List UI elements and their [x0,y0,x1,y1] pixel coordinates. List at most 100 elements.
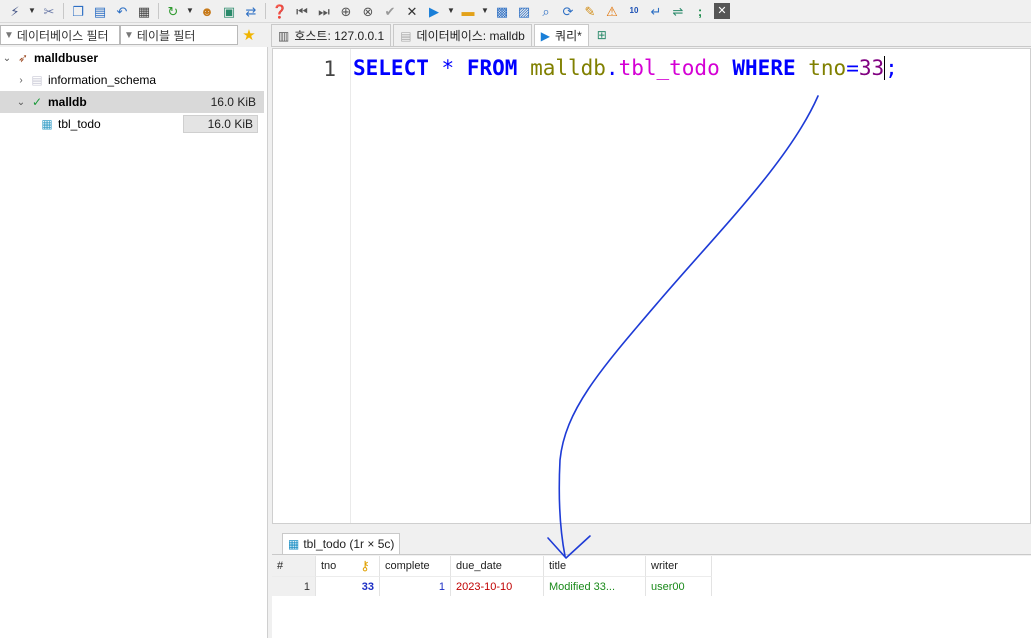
table-icon: ▦ [41,117,53,131]
tree-item-malldb[interactable]: ⌄ ✓ malldb 16.0 KiB [0,91,264,113]
tree-item-information-schema[interactable]: › ▤ information_schema [0,69,264,91]
tree-filters: ▼ 데이터베이스 필터 ▼ 테이블 필터 ★ [0,24,268,46]
clean-icon[interactable]: ✎ [579,1,601,21]
database-icon: ▤ [31,73,43,87]
toolbar-separator [265,3,266,19]
help-icon[interactable]: ❓ [269,1,291,21]
user-manager-icon[interactable]: ☻ [196,1,218,21]
dropdown-icon[interactable]: ▼ [26,1,38,21]
wrap-icon[interactable]: ↵ [645,1,667,21]
cell-due-date[interactable]: 2023-10-10 [451,576,544,596]
refresh-icon[interactable]: ↻ [162,1,184,21]
column-header[interactable]: writer [646,556,712,576]
main-tabs: ▥ 호스트: 127.0.0.1 ▤ 데이터베이스: malldb ▶ 쿼리* … [271,24,1031,47]
tree-item-label: information_schema [48,73,157,87]
table-icon: ▦ [288,537,300,551]
tree-item-label: tbl_todo [58,117,101,131]
transfer-icon[interactable]: ⇄ [240,1,262,21]
result-tabs: ▦ tbl_todo (1r × 5c) [272,532,1031,555]
column-name: tno [808,56,847,80]
last-icon[interactable]: ⏭ [313,1,335,21]
column-header[interactable]: tno ⚷ [316,556,380,576]
toolbar-separator [63,3,64,19]
cell-writer[interactable]: user00 [646,576,712,596]
chevron-down-icon[interactable]: ⌄ [14,97,28,108]
semicolon: ; [885,56,898,80]
db-size: 16.0 KiB [210,95,256,109]
sql-code-line[interactable]: SELECT * FROM malldb.tbl_todo WHERE tno=… [353,56,898,80]
operator-equals: = [846,56,859,80]
dropdown-icon[interactable]: ▼ [445,1,457,21]
result-grid[interactable]: # tno ⚷ complete due_date title writer 1… [272,556,1031,638]
column-header[interactable]: due_date [451,556,544,576]
tree-item-root[interactable]: ⌄ ➶ malldbuser [0,47,264,69]
number-literal: 33 [858,56,885,80]
row-number: 1 [272,576,316,596]
run-icon[interactable]: ▶ [423,1,445,21]
column-header[interactable]: # [272,556,316,576]
line-number: 1 [323,57,336,81]
database-filter-input[interactable]: ▼ 데이터베이스 필터 [0,25,120,45]
tab-query[interactable]: ▶ 쿼리* [533,24,589,46]
grid-header: # tno ⚷ complete due_date title writer [272,556,1031,576]
result-tab[interactable]: ▦ tbl_todo (1r × 5c) [282,533,401,554]
tree-item-tbl-todo[interactable]: ▦ tbl_todo 16.0 KiB [0,113,264,135]
dropdown-icon[interactable]: ▼ [479,1,491,21]
binary-icon[interactable]: 10 [623,1,645,21]
cell-title[interactable]: Modified 33... [544,576,646,596]
undo-icon[interactable]: ↶ [111,1,133,21]
database-filter-placeholder: 데이터베이스 필터 [16,28,109,43]
dropdown-icon[interactable]: ▼ [184,1,196,21]
dolphin-icon: ➶ [17,51,29,65]
new-query-tab-button[interactable]: ⊞ [591,24,618,46]
new-tab-icon: ⊞ [596,28,607,42]
stop-icon[interactable]: ⊗ [357,1,379,21]
table-filter-placeholder: 테이블 필터 [136,28,196,43]
connect-icon[interactable]: ⚡ [4,1,26,21]
disconnect-icon[interactable]: ✂ [38,1,60,21]
paste-icon[interactable]: ▤ [89,1,111,21]
database-icon: ▤ [400,28,412,43]
folder-icon[interactable]: ▬ [457,1,479,21]
tab-database[interactable]: ▤ 데이터베이스: malldb [393,24,532,46]
save-icon[interactable]: ▩ [491,1,513,21]
sync-icon[interactable]: ⇌ [667,1,689,21]
add-icon[interactable]: ⊕ [335,1,357,21]
cell-tno[interactable]: 33 [316,576,380,596]
table-row[interactable]: 1 33 1 2023-10-10 Modified 33... user00 [272,576,1031,596]
filter-icon: ▼ [4,29,14,41]
favorite-star-icon[interactable]: ★ [238,25,260,45]
tab-query-label: 쿼리* [555,29,582,43]
first-icon[interactable]: ⏮ [291,1,313,21]
chevron-down-icon[interactable]: ⌄ [0,53,14,64]
tab-host[interactable]: ▥ 호스트: 127.0.0.1 [271,24,392,46]
column-header[interactable]: title [544,556,646,576]
search-icon[interactable]: ⌕ [535,1,557,21]
save-as-icon[interactable]: ▨ [513,1,535,21]
cancel-icon[interactable]: ✕ [401,1,423,21]
result-tab-label: tbl_todo (1r × 5c) [303,537,395,551]
chevron-right-icon[interactable]: › [14,75,28,86]
check-icon[interactable]: ✔ [379,1,401,21]
export-icon[interactable]: ▣ [218,1,240,21]
tree-item-label: malldb [48,95,87,109]
cell-complete[interactable]: 1 [380,576,451,596]
schema-name: malldb [530,56,606,80]
filter-icon: ▼ [124,29,134,41]
semicolon-icon[interactable]: ; [689,1,711,21]
tree-item-label: malldbuser [34,51,99,65]
copy-icon[interactable]: ❐ [67,1,89,21]
print-icon[interactable]: ▦ [133,1,155,21]
table-name: tbl_todo [618,56,720,80]
column-header[interactable]: complete [380,556,451,576]
sql-editor[interactable]: 1 SELECT * FROM malldb.tbl_todo WHERE tn… [272,48,1031,524]
replace-icon[interactable]: ⟳ [557,1,579,21]
keyword-select: SELECT [353,56,429,80]
table-size: 16.0 KiB [182,115,258,133]
keyword-from: FROM [466,56,518,80]
table-filter-input[interactable]: ▼ 테이블 필터 [120,25,238,45]
warning-icon[interactable]: ⚠ [601,1,623,21]
toolbar-separator [158,3,159,19]
main-toolbar: ⚡ ▼ ✂ ❐ ▤ ↶ ▦ ↻ ▼ ☻ ▣ ⇄ ❓ ⏮ ⏭ ⊕ ⊗ ✔ ✕ ▶ … [0,0,1031,23]
close-icon[interactable]: ✕ [714,3,730,19]
